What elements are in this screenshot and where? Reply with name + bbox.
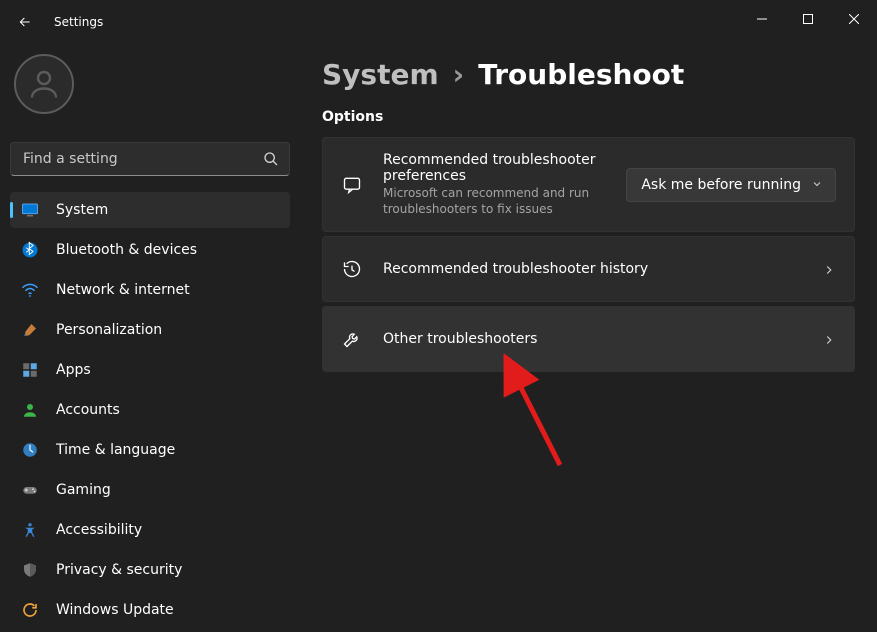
content: System › Troubleshoot Options Recommende… <box>300 44 877 632</box>
accessibility-icon <box>20 520 40 540</box>
breadcrumb-current: Troubleshoot <box>478 58 684 91</box>
globe-clock-icon <box>20 440 40 460</box>
sidebar-item-label: Windows Update <box>56 602 174 618</box>
sidebar-item-gaming[interactable]: Gaming <box>10 472 290 508</box>
search-box[interactable] <box>10 142 290 176</box>
recommended-preference-dropdown[interactable]: Ask me before running <box>626 168 836 202</box>
sidebar-item-label: Accounts <box>56 402 120 418</box>
update-icon <box>20 600 40 620</box>
app-title: Settings <box>54 15 103 29</box>
apps-icon <box>20 360 40 380</box>
sidebar-item-label: Privacy & security <box>56 562 182 578</box>
card-recommended-preferences[interactable]: Recommended troubleshooter preferences M… <box>322 137 855 232</box>
card-title: Other troubleshooters <box>383 331 802 347</box>
sidebar-item-label: Bluetooth & devices <box>56 242 197 258</box>
gamepad-icon <box>20 480 40 500</box>
card-text: Recommended troubleshooter preferences M… <box>383 152 606 217</box>
avatar[interactable] <box>14 54 74 114</box>
wrench-icon <box>341 328 363 350</box>
chevron-down-icon <box>811 178 825 192</box>
bluetooth-icon <box>20 240 40 260</box>
history-icon <box>341 258 363 280</box>
sidebar-item-personalization[interactable]: Personalization <box>10 312 290 348</box>
chevron-right-icon <box>822 262 836 276</box>
sidebar-item-label: Accessibility <box>56 522 142 538</box>
card-title: Recommended troubleshooter preferences <box>383 152 606 184</box>
back-button[interactable] <box>14 11 36 33</box>
close-button[interactable] <box>831 3 877 35</box>
breadcrumb: System › Troubleshoot <box>322 58 855 91</box>
sidebar-item-label: Network & internet <box>56 282 190 298</box>
sidebar-item-label: Apps <box>56 362 91 378</box>
sidebar-item-bluetooth[interactable]: Bluetooth & devices <box>10 232 290 268</box>
sidebar-item-label: Personalization <box>56 322 162 338</box>
sidebar-item-label: Time & language <box>56 442 175 458</box>
maximize-button[interactable] <box>785 3 831 35</box>
sidebar-item-apps[interactable]: Apps <box>10 352 290 388</box>
feedback-icon <box>341 174 363 196</box>
nav-list: System Bluetooth & devices Network & int… <box>10 192 290 628</box>
person-icon <box>20 400 40 420</box>
search-input[interactable] <box>23 151 263 167</box>
shield-icon <box>20 560 40 580</box>
breadcrumb-separator: › <box>453 58 465 91</box>
card-text: Other troubleshooters <box>383 331 802 347</box>
card-subtitle: Microsoft can recommend and run troubles… <box>383 186 606 217</box>
card-other-troubleshooters[interactable]: Other troubleshooters <box>322 306 855 372</box>
sidebar-item-accessibility[interactable]: Accessibility <box>10 512 290 548</box>
titlebar: Settings <box>0 0 877 44</box>
search-icon <box>263 151 279 167</box>
sidebar-item-network[interactable]: Network & internet <box>10 272 290 308</box>
system-icon <box>20 200 40 220</box>
sidebar-item-accounts[interactable]: Accounts <box>10 392 290 428</box>
card-title: Recommended troubleshooter history <box>383 261 802 277</box>
card-recommended-history[interactable]: Recommended troubleshooter history <box>322 236 855 302</box>
sidebar-item-label: System <box>56 202 108 218</box>
sidebar-item-system[interactable]: System <box>10 192 290 228</box>
window-controls <box>739 9 877 35</box>
card-text: Recommended troubleshooter history <box>383 261 802 277</box>
sidebar-item-time-language[interactable]: Time & language <box>10 432 290 468</box>
sidebar-item-privacy[interactable]: Privacy & security <box>10 552 290 588</box>
minimize-button[interactable] <box>739 3 785 35</box>
dropdown-value: Ask me before running <box>641 177 801 193</box>
breadcrumb-parent[interactable]: System <box>322 58 439 91</box>
section-label: Options <box>322 109 855 125</box>
sidebar: System Bluetooth & devices Network & int… <box>0 44 300 632</box>
sidebar-item-label: Gaming <box>56 482 111 498</box>
sidebar-item-windows-update[interactable]: Windows Update <box>10 592 290 628</box>
brush-icon <box>20 320 40 340</box>
wifi-icon <box>20 280 40 300</box>
chevron-right-icon <box>822 332 836 346</box>
